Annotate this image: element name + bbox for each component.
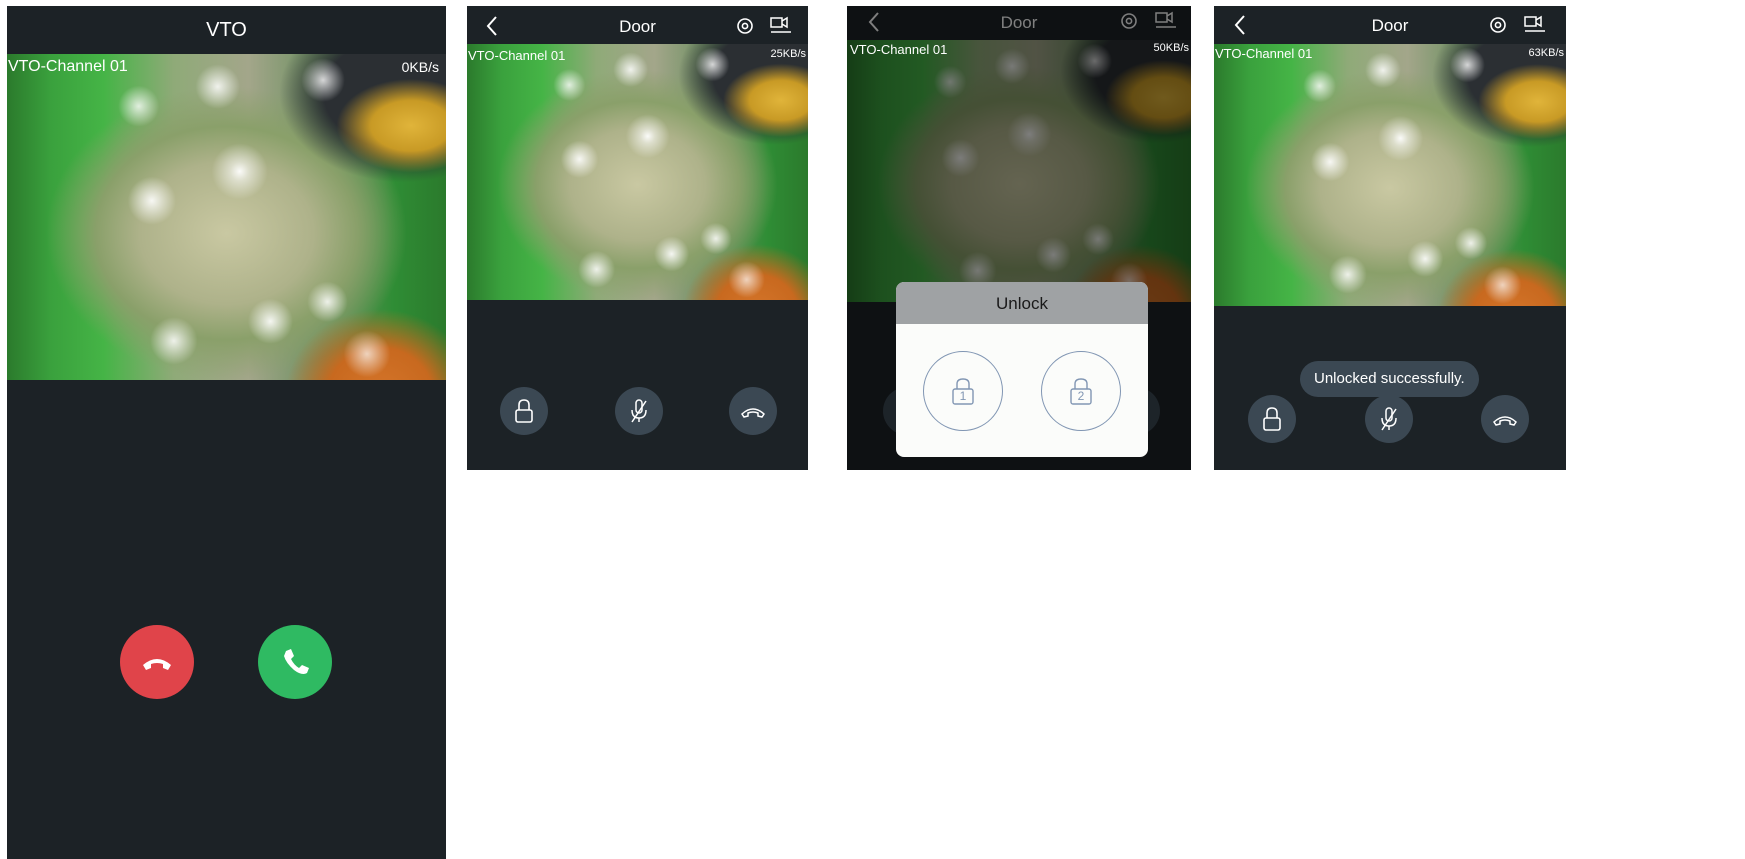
microphone-off-icon (1381, 407, 1397, 431)
answer-call-button[interactable] (258, 625, 332, 699)
unlock-dialog-screen: Door VTO-Channel 01 50KB/s Unlock 1 (847, 6, 1191, 470)
unlock-lock-2-button[interactable]: 2 (1041, 351, 1121, 431)
bitrate-readout: 50KB/s (1153, 42, 1189, 54)
page-title: VTO (206, 19, 247, 41)
video-stream[interactable]: VTO-Channel 01 0KB/s (7, 54, 446, 380)
bitrate-readout: 63KB/s (1528, 47, 1564, 59)
incoming-call-screen: VTO VTO-Channel 01 0KB/s (7, 6, 446, 859)
record-icon[interactable] (1523, 14, 1547, 34)
hang-up-icon (1493, 416, 1517, 426)
unlock-dialog: Unlock 1 2 (896, 282, 1148, 457)
hang-up-button[interactable] (1481, 395, 1529, 443)
channel-label: VTO-Channel 01 (850, 42, 948, 57)
unlocked-screen: Door VTO-Channel 01 63KB/s Unlocked succ… (1214, 6, 1566, 470)
reject-call-button[interactable] (120, 625, 194, 699)
lock-icon (1263, 407, 1281, 431)
channel-label: VTO-Channel 01 (8, 58, 128, 75)
title-bar: Door (467, 6, 808, 44)
unlock-button[interactable] (1248, 395, 1296, 443)
hang-up-icon (741, 408, 765, 418)
lock-icon (515, 399, 533, 423)
video-stream[interactable]: VTO-Channel 01 25KB/s (467, 44, 808, 300)
unlock-success-toast: Unlocked successfully. (1300, 361, 1479, 397)
lock-number: 2 (1077, 389, 1085, 403)
dialog-title: Unlock (996, 294, 1048, 313)
settings-icon[interactable] (1488, 15, 1508, 35)
channel-label: VTO-Channel 01 (1215, 46, 1313, 61)
bitrate-readout: 25KB/s (770, 48, 806, 60)
unlock-button[interactable] (500, 387, 548, 435)
page-title: Door (619, 17, 656, 36)
unlock-lock-1-button[interactable]: 1 (923, 351, 1003, 431)
mute-button[interactable] (615, 387, 663, 435)
bitrate-readout: 0KB/s (401, 59, 439, 75)
microphone-off-icon (631, 399, 647, 423)
title-bar: Door (1214, 6, 1566, 44)
phone-icon (284, 649, 309, 674)
title-bar: VTO (7, 6, 446, 54)
hang-up-icon (143, 659, 171, 670)
door-live-screen: Door VTO-Channel 01 25KB/s (467, 6, 808, 470)
lock-number: 1 (959, 389, 967, 403)
dialog-header: Unlock (896, 282, 1148, 324)
video-stream[interactable]: VTO-Channel 01 63KB/s (1214, 44, 1566, 306)
record-icon[interactable] (769, 15, 793, 35)
mute-button[interactable] (1365, 395, 1413, 443)
page-title: Door (1371, 16, 1409, 35)
settings-icon[interactable] (735, 16, 755, 36)
channel-label: VTO-Channel 01 (468, 48, 566, 63)
hang-up-button[interactable] (729, 387, 777, 435)
